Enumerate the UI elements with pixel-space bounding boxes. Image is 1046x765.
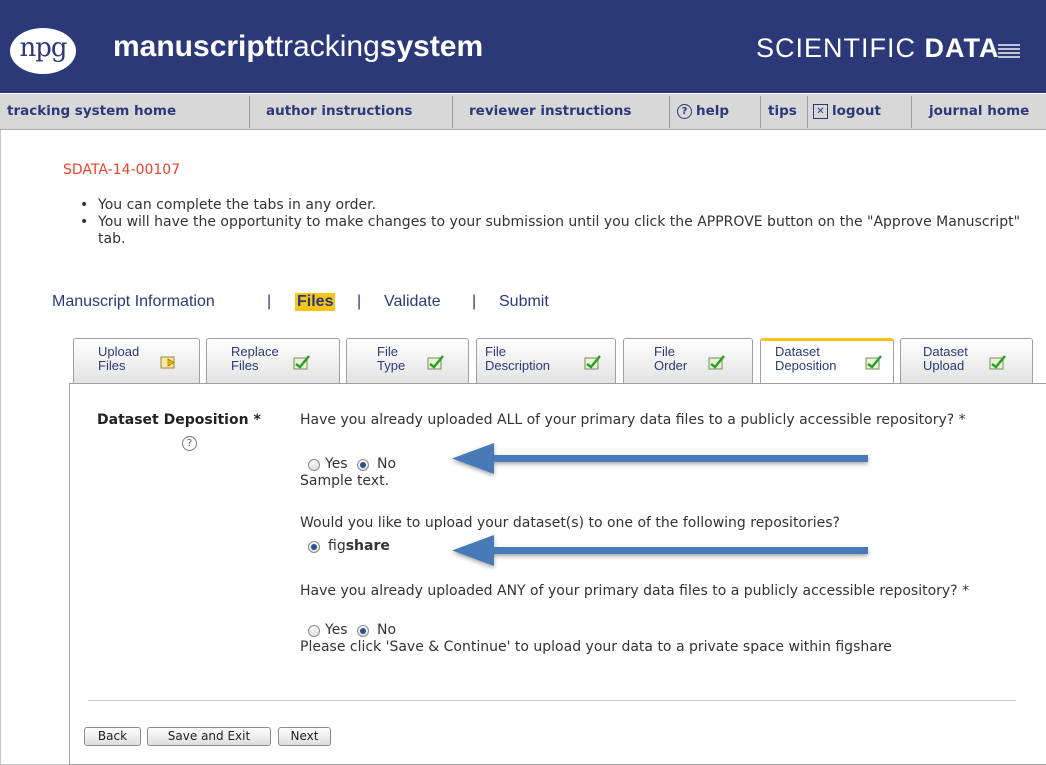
question-any-files-uploaded: Have you already uploaded ANY of your pr… [300,583,970,599]
checkmark-note-icon [427,355,444,370]
instruction-item: You will have the opportunity to make ch… [80,214,1040,248]
app-header: npg manuscripttrackingsystem SCIENTIFIC … [0,0,1046,93]
checkmark-note-icon [708,355,725,370]
help-icon[interactable]: ? [182,436,197,451]
tab-file-description[interactable]: File Description [476,338,616,384]
nav-divider [807,96,808,128]
nav-author-instructions[interactable]: author instructions [266,103,412,119]
nav-reviewer-instructions[interactable]: reviewer instructions [469,103,631,119]
brand-mark-icon [997,41,1020,58]
back-button[interactable]: Back [84,727,141,746]
brand-bold: DATA [924,33,1000,63]
tab-label: Dataset Deposition [775,344,837,373]
app-title-part-1: manuscript [113,30,275,63]
q3-no-radio[interactable] [357,625,369,637]
tab-file-order[interactable]: File Order [623,338,753,384]
figshare-label: figshare [328,538,390,554]
figshare-label-light: fig [328,538,346,554]
annotation-arrows [452,443,868,566]
sample-text: Sample text. [300,473,390,489]
tab-label: Replace Files [231,344,279,373]
app-title-part-3: system [379,30,484,63]
arrow-to-q1-no [452,443,868,474]
q3-yes-radio[interactable] [308,625,320,637]
q1-no-radio[interactable] [357,459,369,471]
save-continue-note: Please click 'Save & Continue' to upload… [300,639,892,655]
q1-no-label: No [377,456,397,472]
tab-file-type[interactable]: File Type [346,338,469,384]
checkmark-note-icon [293,355,310,370]
nav-logout-label: logout [832,103,881,119]
step-separator: | [472,293,477,310]
instructions-list: You can complete the tabs in any order. … [80,197,1040,248]
field-label-dataset-deposition: Dataset Deposition * [97,412,261,428]
app-title-part-2: tracking [274,30,380,63]
nav-divider [249,96,250,128]
tab-label: File Description [485,344,551,373]
tab-label: File Order [654,344,688,373]
q1-yes-radio[interactable] [308,459,320,471]
tab-label: Upload Files [98,344,140,373]
save-and-exit-button[interactable]: Save and Exit [147,727,271,746]
npg-logo-text: npg [19,33,67,63]
question-all-files-uploaded: Have you already uploaded ALL of your pr… [300,412,966,428]
checkmark-note-icon [989,355,1006,370]
step-separator: | [357,293,362,310]
section-divider [88,700,1016,701]
nav-divider [911,96,912,128]
checkmark-note-icon [584,355,601,370]
tab-label: Dataset Upload [923,344,968,373]
app-title: manuscripttrackingsystem [113,30,483,64]
tab-dataset-upload[interactable]: Dataset Upload [900,338,1033,384]
manuscript-id: SDATA-14-00107 [63,162,181,178]
step-files[interactable]: Files [295,293,336,311]
tab-label: File Type [377,344,406,373]
arrow-folder-icon [160,356,175,369]
step-separator: | [267,293,272,310]
nav-help-label: help [696,103,730,119]
step-manuscript-information[interactable]: Manuscript Information [52,293,215,311]
figshare-radio[interactable] [308,541,320,553]
top-nav-bar: tracking system home author instructions… [0,93,1046,130]
q3-yes-label: Yes [325,622,348,638]
step-submit[interactable]: Submit [499,293,549,311]
nav-journal-home[interactable]: journal home [929,103,1029,119]
q1-yes-label: Yes [325,456,348,472]
checkmark-note-icon [865,355,882,370]
nav-tracking-system-home[interactable]: tracking system home [7,103,176,119]
journal-brand: SCIENTIFIC DATA [756,33,1020,64]
next-button[interactable]: Next [278,727,331,746]
nav-divider [669,96,670,128]
close-box-icon: ✕ [813,104,828,119]
tab-dataset-deposition[interactable]: Dataset Deposition [760,338,894,385]
nav-logout[interactable]: ✕ logout [813,103,881,119]
nav-tips[interactable]: tips [768,103,797,119]
tab-replace-files[interactable]: Replace Files [206,338,340,384]
q3-no-label: No [377,622,397,638]
instruction-item: You can complete the tabs in any order. [80,197,1040,214]
step-validate[interactable]: Validate [384,293,441,311]
figshare-label-bold: share [345,538,390,554]
tab-upload-files[interactable]: Upload Files [73,338,200,384]
nav-divider [760,96,761,128]
nav-help[interactable]: ? help [677,103,729,119]
nav-divider [452,96,453,128]
brand-light: SCIENTIFIC [756,33,925,63]
help-icon: ? [677,104,692,119]
arrow-to-figshare [452,535,868,566]
